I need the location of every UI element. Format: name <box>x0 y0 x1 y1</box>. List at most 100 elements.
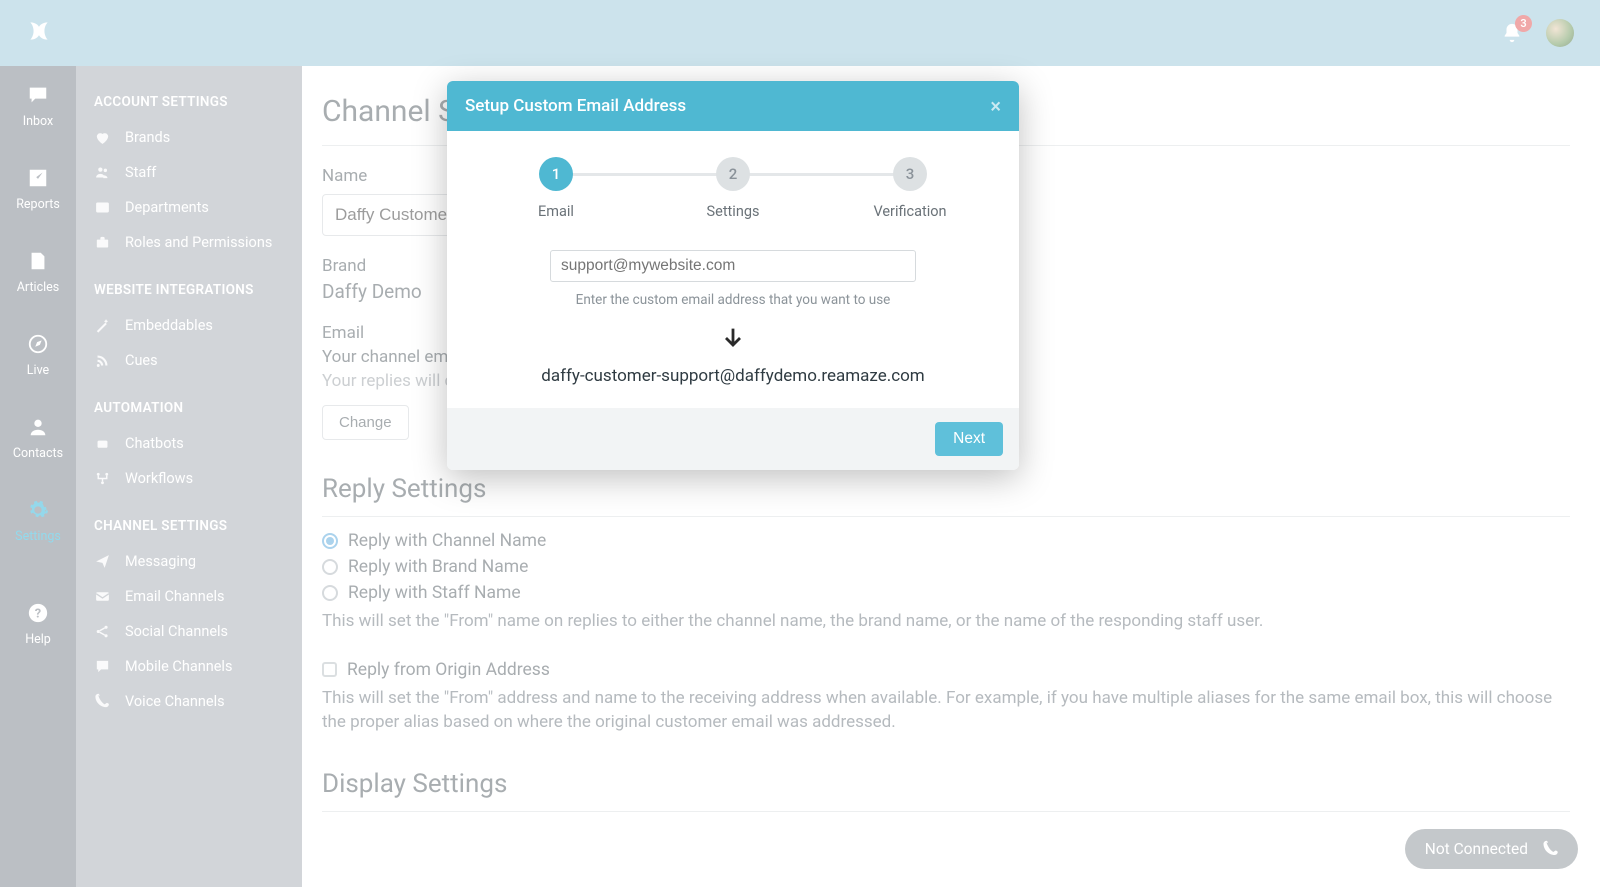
checkbox-label: Reply from Origin Address <box>347 660 550 680</box>
svg-text:?: ? <box>35 607 41 622</box>
sidebar-label: Workflows <box>125 470 193 487</box>
reply-help-text: This will set the "From" name on replies… <box>322 609 1570 634</box>
rail-label: Reports <box>16 197 60 212</box>
radio-icon <box>322 559 338 575</box>
modal-title: Setup Custom Email Address <box>465 96 686 116</box>
settings-sidebar: ACCOUNT SETTINGS Brands Staff Department… <box>76 66 302 887</box>
modal-stepper: 1 Email 2 Settings 3 Verification <box>469 157 997 220</box>
sidebar-item-embeddables[interactable]: Embeddables <box>76 308 302 343</box>
id-card-icon <box>94 199 111 216</box>
sidebar-item-chatbots[interactable]: Chatbots <box>76 426 302 461</box>
checkbox-icon <box>322 662 337 677</box>
close-icon[interactable]: × <box>990 96 1001 116</box>
sidebar-label: Cues <box>125 352 158 369</box>
rail-label: Live <box>27 363 49 378</box>
people-icon <box>94 164 111 181</box>
origin-help-text: This will set the "From" address and nam… <box>322 686 1570 735</box>
nav-rail: Inbox Reports Articles Live Contacts Set… <box>0 66 76 887</box>
rail-item-inbox[interactable]: Inbox <box>0 66 76 149</box>
sidebar-label: Embeddables <box>125 317 213 334</box>
sidebar-label: Messaging <box>125 553 196 570</box>
sidebar-item-roles[interactable]: Roles and Permissions <box>76 225 302 260</box>
email-hint: Enter the custom email address that you … <box>576 292 891 308</box>
step-verification[interactable]: 3 Verification <box>865 157 955 220</box>
heart-icon <box>94 129 111 146</box>
sidebar-item-brands[interactable]: Brands <box>76 120 302 155</box>
change-button[interactable]: Change <box>322 405 409 440</box>
step-email[interactable]: 1 Email <box>511 157 601 220</box>
chart-icon <box>26 167 50 189</box>
step-label: Verification <box>873 203 946 220</box>
phone-icon <box>1542 840 1560 858</box>
sidebar-label: Chatbots <box>125 435 184 452</box>
reply-option-channel[interactable]: Reply with Channel Name <box>322 531 1570 551</box>
message-icon <box>94 658 111 675</box>
rail-item-live[interactable]: Live <box>0 315 76 398</box>
briefcase-icon <box>94 234 111 251</box>
radio-icon <box>322 533 338 549</box>
step-label: Settings <box>707 203 760 220</box>
sidebar-group-title: CHANNEL SETTINGS <box>76 510 302 544</box>
sidebar-item-departments[interactable]: Departments <box>76 190 302 225</box>
avatar[interactable] <box>1546 19 1574 47</box>
send-icon <box>94 553 111 570</box>
display-settings-heading: Display Settings <box>322 769 1570 812</box>
step-settings[interactable]: 2 Settings <box>688 157 778 220</box>
reply-origin-checkbox[interactable]: Reply from Origin Address <box>322 660 1570 680</box>
sidebar-group-title: ACCOUNT SETTINGS <box>76 86 302 120</box>
notifications-button[interactable]: 3 <box>1500 21 1524 45</box>
radio-icon <box>322 585 338 601</box>
reply-option-brand[interactable]: Reply with Brand Name <box>322 557 1570 577</box>
phone-icon <box>94 693 111 710</box>
rail-label: Articles <box>17 280 60 295</box>
sidebar-item-cues[interactable]: Cues <box>76 343 302 378</box>
reply-option-staff[interactable]: Reply with Staff Name <box>322 583 1570 603</box>
radio-label: Reply with Channel Name <box>348 531 546 551</box>
sidebar-item-workflows[interactable]: Workflows <box>76 461 302 496</box>
rail-item-settings[interactable]: Settings <box>0 481 76 564</box>
rail-label: Contacts <box>13 446 63 461</box>
radio-label: Reply with Brand Name <box>348 557 528 577</box>
sidebar-item-email-channels[interactable]: Email Channels <box>76 579 302 614</box>
step-number: 2 <box>716 157 750 191</box>
share-icon <box>94 623 111 640</box>
rail-item-help[interactable]: ? Help <box>0 584 76 667</box>
rail-label: Inbox <box>23 114 54 129</box>
sidebar-group-title: AUTOMATION <box>76 392 302 426</box>
rail-item-articles[interactable]: Articles <box>0 232 76 315</box>
chat-icon <box>26 84 50 106</box>
robot-icon <box>94 435 111 452</box>
compass-icon <box>26 333 50 355</box>
sidebar-label: Staff <box>125 164 156 181</box>
notification-badge: 3 <box>1515 15 1532 32</box>
rail-item-contacts[interactable]: Contacts <box>0 398 76 481</box>
sidebar-label: Roles and Permissions <box>125 234 272 251</box>
custom-email-input[interactable] <box>550 250 916 282</box>
step-number: 3 <box>893 157 927 191</box>
setup-custom-email-modal: Setup Custom Email Address × 1 Email 2 S… <box>447 81 1019 470</box>
step-number: 1 <box>539 157 573 191</box>
sidebar-group-title: WEBSITE INTEGRATIONS <box>76 274 302 308</box>
next-button[interactable]: Next <box>935 422 1003 456</box>
modal-footer: Next <box>447 408 1019 470</box>
sidebar-item-voice-channels[interactable]: Voice Channels <box>76 684 302 719</box>
sidebar-item-mobile-channels[interactable]: Mobile Channels <box>76 649 302 684</box>
app-logo-icon <box>26 18 52 48</box>
sidebar-label: Departments <box>125 199 209 216</box>
flow-icon <box>94 470 111 487</box>
sidebar-item-messaging[interactable]: Messaging <box>76 544 302 579</box>
rail-item-reports[interactable]: Reports <box>0 149 76 232</box>
radio-label: Reply with Staff Name <box>348 583 521 603</box>
reply-settings-heading: Reply Settings <box>322 474 1570 517</box>
sidebar-item-social-channels[interactable]: Social Channels <box>76 614 302 649</box>
person-icon <box>26 416 50 438</box>
book-icon <box>26 250 50 272</box>
sidebar-label: Brands <box>125 129 170 146</box>
connection-status-pill[interactable]: Not Connected <box>1405 829 1578 869</box>
step-label: Email <box>538 203 574 220</box>
rail-label: Settings <box>15 529 61 544</box>
rail-label: Help <box>25 632 51 647</box>
target-email: daffy-customer-support@daffydemo.reamaze… <box>541 366 924 386</box>
sidebar-item-staff[interactable]: Staff <box>76 155 302 190</box>
help-icon: ? <box>26 602 50 624</box>
